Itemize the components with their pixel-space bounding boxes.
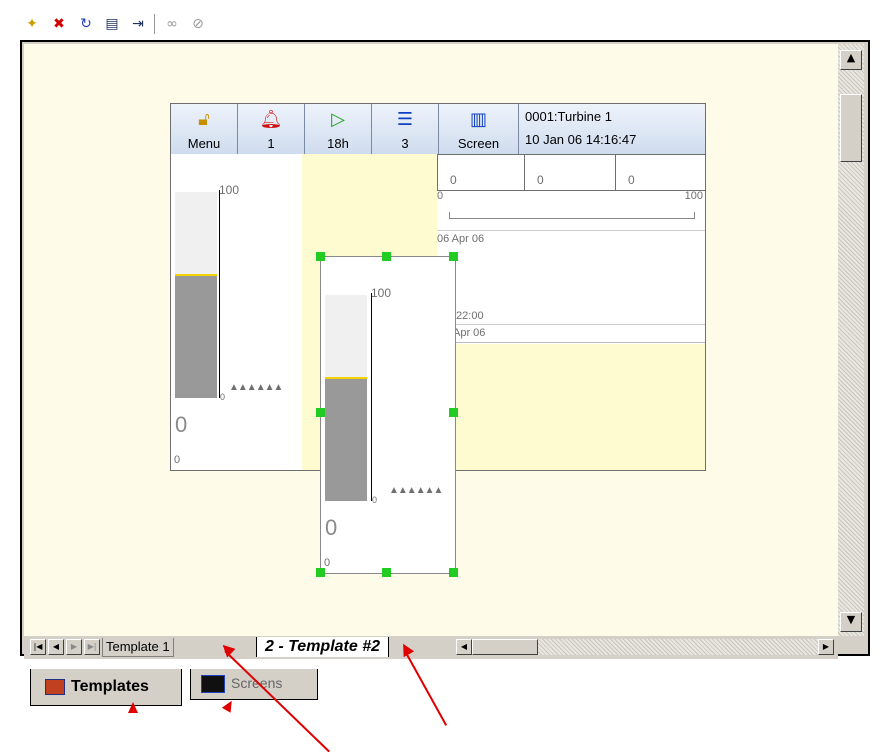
- new-template-icon[interactable]: ✦: [22, 14, 42, 34]
- resize-handle-se[interactable]: [449, 568, 458, 577]
- bargraph-fill: [325, 377, 367, 501]
- first-tab-button[interactable]: |◀: [30, 639, 46, 655]
- resize-handle-ne[interactable]: [449, 252, 458, 261]
- device-tag: 0001:Turbine 1: [525, 109, 612, 124]
- device-info: 0001:Turbine 1 10 Jan 06 14:16:47: [519, 104, 705, 154]
- scroll-down-button[interactable]: ▼: [840, 612, 862, 632]
- alarm-bell-icon: 🔔︎: [259, 109, 283, 130]
- lock-icon: 🔓︎: [198, 109, 210, 130]
- chart-date-bottom: Apr 06: [453, 327, 486, 339]
- bargraph-scale-max: 100: [371, 286, 392, 300]
- delete-template-icon[interactable]: ✖: [49, 14, 69, 34]
- hscroll-right-button[interactable]: ▶: [818, 639, 834, 655]
- digital-value: 0: [628, 173, 635, 187]
- sheet-tab-template-2[interactable]: 2 - Template #2: [256, 637, 390, 657]
- chart-date-top: 06 Apr 06: [437, 233, 485, 245]
- prev-tab-button[interactable]: ◀: [48, 639, 64, 655]
- hscroll-track[interactable]: [538, 639, 818, 655]
- tab-templates-label: Templates: [71, 678, 149, 695]
- chart-divider: [437, 230, 705, 231]
- play-button[interactable]: ▷ 18h: [305, 104, 372, 154]
- bargraph-scale-line: [371, 293, 372, 501]
- screen-button[interactable]: ▥ Screen: [439, 104, 519, 154]
- chart-empty-zone[interactable]: [437, 344, 705, 470]
- vertical-scrollbar[interactable]: ▲ ▼: [838, 44, 864, 636]
- sheet-tab-bar: |◀ ◀ ▶ ▶| Template 1 2 - Template #2 ◀ ▶: [24, 637, 838, 659]
- tab-screens[interactable]: Screens: [190, 669, 318, 700]
- device-datetime: 10 Jan 06 14:16:47: [525, 132, 637, 147]
- menu-button-label: Menu: [187, 136, 221, 151]
- bargraph-scale-line: [219, 190, 220, 398]
- resize-handle-s[interactable]: [382, 568, 391, 577]
- next-tab-button[interactable]: ▶: [66, 639, 82, 655]
- import-icon[interactable]: ⇥: [128, 14, 148, 34]
- bargraph-scale-max: 100: [219, 183, 240, 197]
- list-icon: ☰: [396, 109, 414, 130]
- bargraph-value: 0: [175, 412, 188, 437]
- annotation-arrow: [404, 650, 448, 726]
- digital-value: 0: [537, 173, 544, 187]
- alarm-markers: ▲▲▲▲▲▲: [389, 485, 443, 496]
- digital-box[interactable]: 0: [615, 154, 706, 191]
- bargraph-total: 0: [174, 454, 181, 466]
- menu-button[interactable]: 🔓︎ Menu: [171, 104, 238, 154]
- tab-templates[interactable]: Templates: [30, 669, 182, 706]
- chart-time: :22:00: [453, 310, 484, 322]
- play-button-label: 18h: [327, 136, 349, 151]
- toolbar: ✦ ✖ ↻ ▤ ⇥ ∞ ⊘: [22, 8, 252, 42]
- bargraph-panel[interactable]: 100 0 ▲▲▲▲▲▲ 0 0: [171, 154, 303, 470]
- screens-icon: [201, 675, 225, 693]
- export-icon[interactable]: ▤: [102, 14, 122, 34]
- resize-handle-n[interactable]: [382, 252, 391, 261]
- annotation-arrowhead: [128, 702, 138, 713]
- alarm-button-label: 1: [267, 136, 275, 151]
- alarm-button[interactable]: 🔔︎ 1: [238, 104, 305, 154]
- list-button[interactable]: ☰ 3: [372, 104, 439, 154]
- last-tab-button[interactable]: ▶|: [84, 639, 100, 655]
- chart-divider: [437, 324, 705, 325]
- chart-icon: ▥: [469, 109, 487, 130]
- link-icon[interactable]: ∞: [162, 14, 182, 34]
- panel-tabs: Templates Screens: [30, 669, 330, 709]
- screen-button-label: Screen: [457, 136, 500, 151]
- bargraph-scale-min: 0: [220, 392, 226, 402]
- scroll-up-button[interactable]: ▲: [840, 50, 862, 70]
- resize-handle-nw[interactable]: [316, 252, 325, 261]
- trend-chart[interactable]: 0 100 06 Apr 06 :22:00 Apr 06: [437, 190, 705, 343]
- digital-box[interactable]: 0: [524, 154, 616, 191]
- sheet-tab-template-1[interactable]: Template 1: [102, 638, 174, 657]
- play-icon: ▷: [331, 109, 345, 130]
- chart-scale-max: 100: [684, 190, 703, 202]
- unlink-icon[interactable]: ⊘: [188, 14, 208, 34]
- scroll-thumb[interactable]: [840, 94, 862, 162]
- toolbar-separator: [154, 14, 155, 34]
- selected-bargraph[interactable]: 100 0 ▲▲▲▲▲▲ 0 0: [320, 256, 456, 574]
- digital-box[interactable]: 0: [437, 154, 525, 191]
- bargraph-scale-min: 0: [372, 495, 378, 505]
- resize-handle-e[interactable]: [449, 408, 458, 417]
- hscroll-left-button[interactable]: ◀: [456, 639, 472, 655]
- digital-panel: 0 0 0: [437, 154, 706, 191]
- chart-scale-bar: [449, 212, 695, 219]
- resize-handle-sw[interactable]: [316, 568, 325, 577]
- digital-value: 0: [450, 173, 457, 187]
- bargraph-value: 0: [325, 515, 338, 540]
- hscroll-thumb[interactable]: [472, 639, 538, 655]
- bargraph-fill: [175, 274, 217, 398]
- chart-scale-min: 0: [437, 190, 444, 202]
- resize-handle-w[interactable]: [316, 408, 325, 417]
- refresh-icon[interactable]: ↻: [76, 14, 96, 34]
- alarm-markers: ▲▲▲▲▲▲: [229, 382, 283, 393]
- list-button-label: 3: [401, 136, 409, 151]
- templates-icon: [45, 679, 65, 695]
